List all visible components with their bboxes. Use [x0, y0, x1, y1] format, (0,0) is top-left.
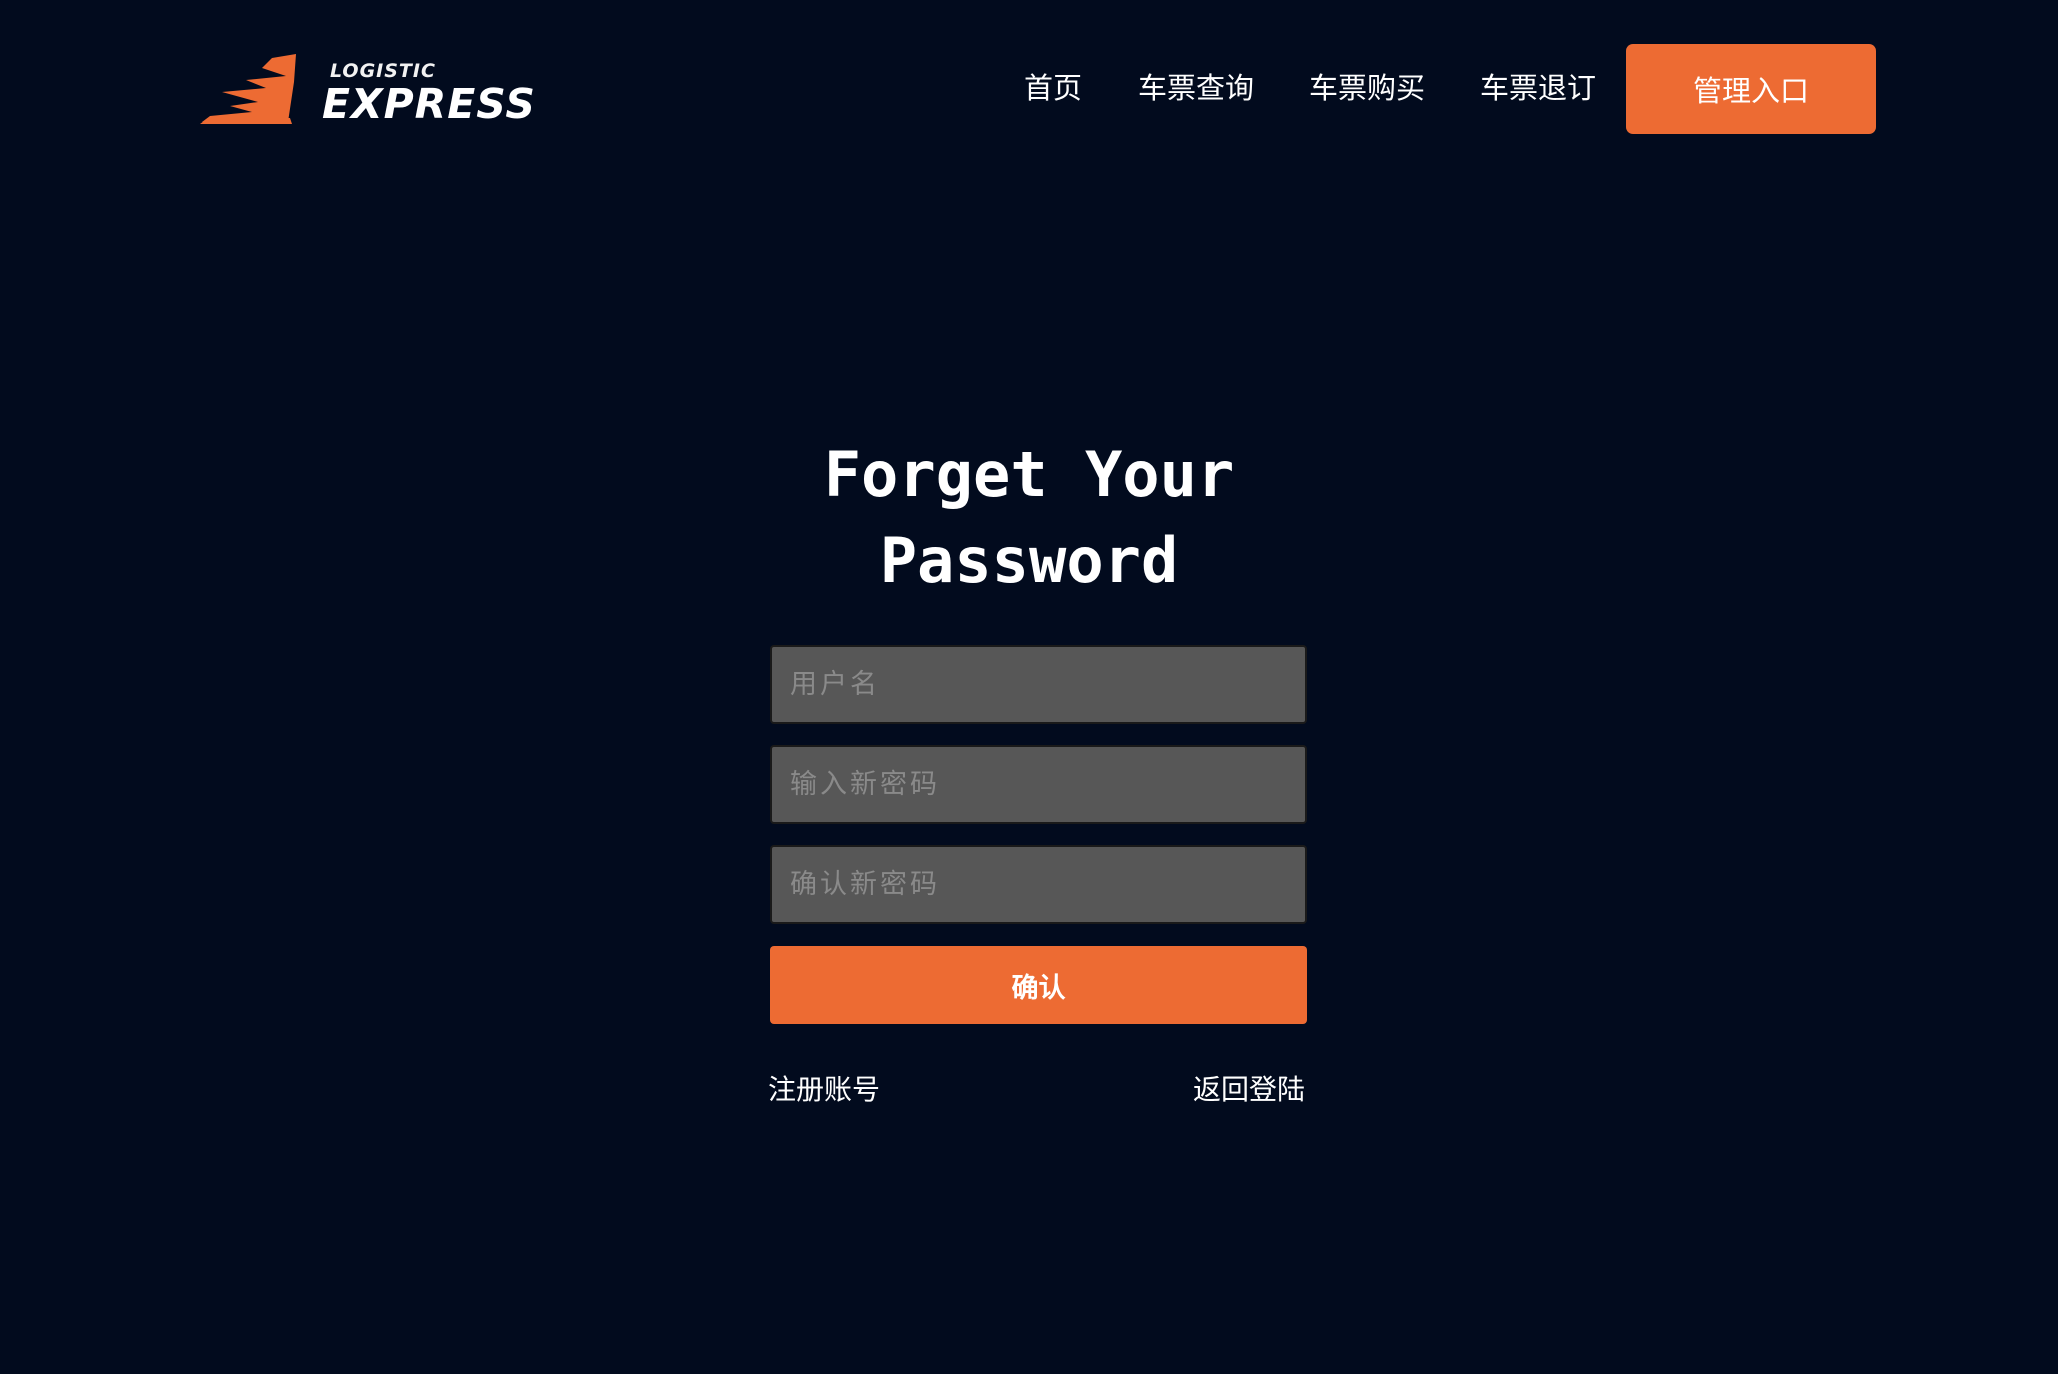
site-header: LOGISTIC EXPRESS 首页 车票查询 车票购买 车票退订 管理入口 — [0, 0, 2058, 180]
username-input[interactable] — [770, 645, 1307, 724]
confirm-button[interactable]: 确认 — [770, 946, 1307, 1024]
admin-entry-button[interactable]: 管理入口 — [1626, 44, 1876, 134]
logo-wing-icon — [200, 54, 296, 124]
nav-ticket-purchase[interactable]: 车票购买 — [1309, 68, 1425, 108]
confirm-password-input[interactable] — [770, 845, 1307, 924]
nav-ticket-refund[interactable]: 车票退订 — [1480, 68, 1596, 108]
nav-ticket-query[interactable]: 车票查询 — [1138, 68, 1254, 108]
logo-tagline: LOGISTIC — [330, 60, 436, 82]
page-title-line-1: Forget Your — [823, 438, 1235, 511]
back-to-login-link[interactable]: 返回登陆 — [1193, 1070, 1305, 1110]
logo-wordmark: EXPRESS — [322, 80, 536, 128]
logo[interactable]: LOGISTIC EXPRESS — [200, 48, 535, 134]
new-password-input[interactable] — [770, 745, 1307, 824]
page-title: Forget Your Password — [779, 432, 1279, 604]
page-title-line-2: Password — [879, 524, 1179, 597]
nav-home[interactable]: 首页 — [1024, 68, 1082, 108]
register-link[interactable]: 注册账号 — [768, 1070, 880, 1110]
